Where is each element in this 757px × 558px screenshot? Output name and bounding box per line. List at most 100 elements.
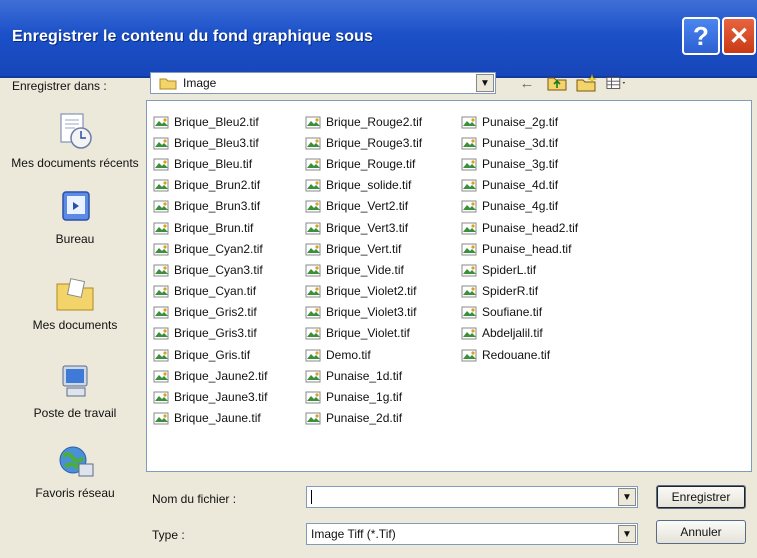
back-arrow-icon[interactable]: ← — [516, 74, 538, 92]
file-item[interactable]: Punaise_1d.tif — [305, 365, 422, 386]
file-item[interactable]: Brique_Violet.tif — [305, 323, 422, 344]
file-name: Brique_Violet3.tif — [326, 305, 417, 320]
file-item[interactable]: Punaise_3g.tif — [461, 153, 578, 174]
file-item[interactable]: Punaise_2g.tif — [461, 111, 578, 132]
help-button[interactable]: ? — [682, 17, 720, 55]
file-item[interactable]: Brique_Rouge3.tif — [305, 132, 422, 153]
tif-image-file-icon — [461, 136, 479, 150]
file-item[interactable]: Punaise_head2.tif — [461, 217, 578, 238]
tif-image-file-icon — [461, 348, 479, 362]
tif-image-file-icon — [461, 157, 479, 171]
view-menu-icon[interactable] — [606, 74, 628, 92]
chevron-down-icon[interactable]: ▼ — [618, 525, 636, 543]
file-item[interactable]: Brique_Vide.tif — [305, 259, 422, 280]
file-item[interactable]: Redouane.tif — [461, 344, 578, 365]
file-name: Brique_Vert2.tif — [326, 199, 409, 214]
tif-image-file-icon — [153, 136, 171, 150]
file-item[interactable]: Punaise_4d.tif — [461, 175, 578, 196]
file-name: Brique_Rouge3.tif — [326, 135, 423, 150]
file-name: Punaise_4d.tif — [482, 178, 559, 193]
place-my-computer[interactable]: Poste de travail — [10, 362, 140, 420]
filename-label: Nom du fichier : — [152, 492, 237, 506]
file-item[interactable]: Brique_Gris2.tif — [153, 302, 267, 323]
file-item[interactable]: Brique_Brun.tif — [153, 217, 267, 238]
file-item[interactable]: Brique_Jaune2.tif — [153, 365, 267, 386]
type-select[interactable]: Image Tiff (*.Tif) ▼ — [306, 523, 638, 545]
file-item[interactable]: Brique_Brun3.tif — [153, 196, 267, 217]
cancel-button[interactable]: Annuler — [656, 520, 746, 544]
place-network-places[interactable]: Favoris réseau — [10, 442, 140, 500]
tif-image-file-icon — [305, 326, 323, 340]
file-item[interactable]: Brique_Rouge2.tif — [305, 111, 422, 132]
navigation-toolbar: ← — [516, 74, 628, 92]
tif-image-file-icon — [305, 411, 323, 425]
up-folder-icon[interactable] — [546, 74, 568, 92]
tif-image-file-icon — [461, 199, 479, 213]
file-name: Brique_Cyan3.tif — [174, 262, 263, 277]
file-item[interactable]: Punaise_2d.tif — [305, 408, 422, 429]
file-item[interactable]: Brique_Brun2.tif — [153, 175, 267, 196]
file-item[interactable]: Brique_Gris3.tif — [153, 323, 267, 344]
file-item[interactable]: Brique_solide.tif — [305, 175, 422, 196]
new-folder-icon[interactable] — [576, 74, 598, 92]
file-item[interactable]: Punaise_head.tif — [461, 238, 578, 259]
file-item[interactable]: Brique_Jaune3.tif — [153, 386, 267, 407]
chevron-down-icon[interactable]: ▼ — [618, 488, 636, 506]
file-item[interactable]: SpiderL.tif — [461, 259, 578, 280]
file-item[interactable]: Brique_Gris.tif — [153, 344, 267, 365]
file-item[interactable]: Brique_Cyan2.tif — [153, 238, 267, 259]
file-item[interactable]: Brique_Violet2.tif — [305, 281, 422, 302]
file-item[interactable]: Punaise_3d.tif — [461, 132, 578, 153]
chevron-down-icon[interactable]: ▼ — [476, 74, 494, 92]
file-item[interactable]: Brique_Vert2.tif — [305, 196, 422, 217]
file-name: Brique_Bleu.tif — [174, 156, 253, 171]
file-name: Brique_Gris2.tif — [174, 305, 257, 320]
file-name: Brique_Rouge.tif — [326, 156, 416, 171]
file-item[interactable]: Brique_Bleu.tif — [153, 153, 267, 174]
file-item[interactable]: Abdeljalil.tif — [461, 323, 578, 344]
tif-image-file-icon — [153, 157, 171, 171]
file-item[interactable]: Brique_Cyan.tif — [153, 281, 267, 302]
tif-image-file-icon — [461, 242, 479, 256]
filename-input[interactable]: ▼ — [306, 486, 638, 508]
file-name: Punaise_4g.tif — [482, 199, 559, 214]
file-item[interactable]: Brique_Cyan3.tif — [153, 259, 267, 280]
place-my-documents[interactable]: Mes documents — [10, 274, 140, 332]
file-item[interactable]: Brique_Jaune.tif — [153, 408, 267, 429]
file-item[interactable]: Brique_Rouge.tif — [305, 153, 422, 174]
tif-image-file-icon — [305, 369, 323, 383]
file-item[interactable]: Soufiane.tif — [461, 302, 578, 323]
file-list[interactable]: Brique_Bleu2.tif Brique_Bleu3.tif Brique_B… — [146, 100, 752, 472]
file-name: Punaise_2g.tif — [482, 114, 559, 129]
file-name: Punaise_1g.tif — [326, 390, 403, 405]
file-name: Brique_Jaune3.tif — [174, 390, 268, 405]
file-name: Brique_Violet.tif — [326, 326, 410, 341]
folder-icon — [159, 78, 177, 90]
file-item[interactable]: Demo.tif — [305, 344, 422, 365]
save-button[interactable]: Enregistrer — [656, 485, 746, 509]
place-recent-documents[interactable]: Mes documents récents — [10, 112, 140, 170]
close-button[interactable]: ✕ — [722, 17, 756, 55]
file-name: Soufiane.tif — [482, 305, 543, 320]
tif-image-file-icon — [153, 115, 171, 129]
file-item[interactable]: Brique_Vert.tif — [305, 238, 422, 259]
text-caret — [311, 490, 312, 504]
file-item[interactable]: Brique_Bleu3.tif — [153, 132, 267, 153]
file-item[interactable]: Brique_Bleu2.tif — [153, 111, 267, 132]
place-desktop[interactable]: Bureau — [10, 188, 140, 246]
file-name: Brique_Vide.tif — [326, 262, 404, 277]
file-name: Redouane.tif — [482, 347, 551, 362]
file-item[interactable]: Brique_Violet3.tif — [305, 302, 422, 323]
file-item[interactable]: Punaise_4g.tif — [461, 196, 578, 217]
tif-image-file-icon — [461, 263, 479, 277]
save-in-combobox[interactable]: Image ▼ — [150, 72, 496, 94]
file-item[interactable]: Punaise_1g.tif — [305, 386, 422, 407]
file-column-2: Brique_Rouge2.tif Brique_Rouge3.tif Brique… — [305, 111, 422, 429]
file-name: Brique_Bleu3.tif — [174, 135, 259, 150]
tif-image-file-icon — [153, 305, 171, 319]
tif-image-file-icon — [153, 411, 171, 425]
file-column-3: Punaise_2g.tif Punaise_3d.tif Punaise_3g.t… — [461, 111, 578, 365]
file-name: Punaise_head2.tif — [482, 220, 579, 235]
file-item[interactable]: Brique_Vert3.tif — [305, 217, 422, 238]
file-item[interactable]: SpiderR.tif — [461, 281, 578, 302]
